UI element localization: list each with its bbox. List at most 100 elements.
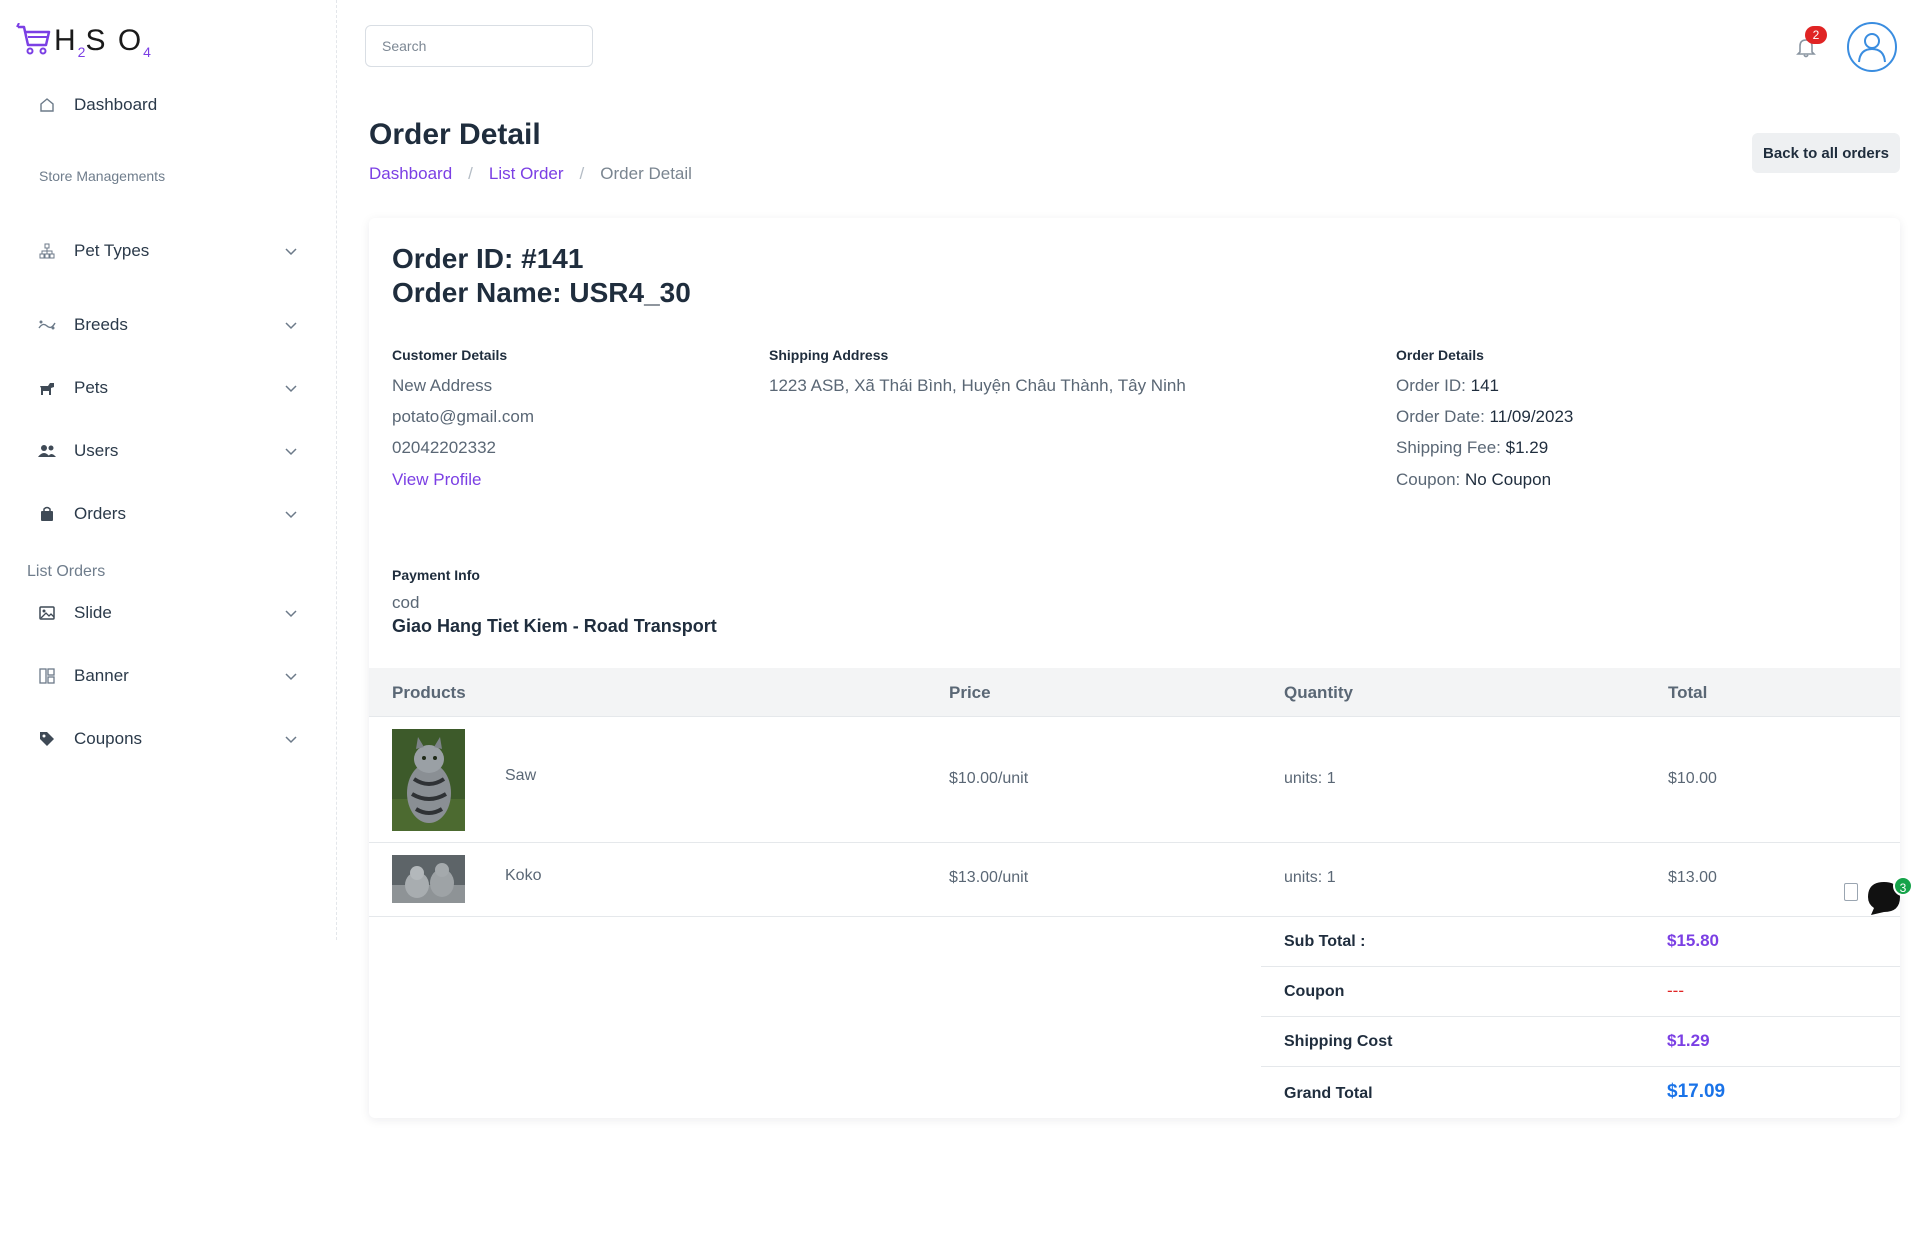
section-store-managements: Store Managements (39, 168, 166, 184)
summary-coupon: Coupon --- (1261, 967, 1900, 1017)
coupon-summary-label: Coupon (1284, 983, 1345, 1000)
shipping-address: 1223 ASB, Xã Thái Bình, Huyện Châu Thành… (769, 376, 1186, 395)
sidebar: H2S O4 Dashboard Store Managements Pet T… (0, 0, 337, 940)
subtotal-value: $15.80 (1667, 931, 1719, 950)
order-date-label: Order Date: (1396, 407, 1485, 426)
logo-sub-4: 4 (143, 44, 151, 60)
grand-total-label: Grand Total (1284, 1085, 1373, 1102)
sidebar-item-orders[interactable]: Orders (38, 496, 298, 532)
coupon-summary-value: --- (1667, 981, 1684, 1000)
sidebar-item-coupons[interactable]: Coupons (38, 721, 298, 757)
chat-badge: 3 (1893, 876, 1913, 896)
avatar[interactable] (1847, 22, 1897, 72)
sidebar-item-pet-types[interactable]: Pet Types (38, 233, 298, 269)
column-header-price: Price (949, 683, 991, 702)
translate-icon[interactable] (1844, 883, 1858, 901)
sidebar-item-label: Pet Types (74, 241, 150, 260)
logo-letter-h: H (54, 24, 78, 57)
payment-method: cod (392, 593, 420, 612)
shipping-method: Giao Hang Tiet Kiem - Road Transport (392, 616, 717, 636)
home-icon (38, 96, 56, 114)
chevron-down-icon (285, 736, 297, 744)
product-total: $13.00 (1668, 869, 1717, 886)
product-name-koko[interactable]: Koko (505, 867, 541, 885)
breadcrumb-separator: / (579, 164, 585, 183)
sidebar-item-label: Orders (74, 504, 126, 523)
breadcrumb-dashboard[interactable]: Dashboard (369, 164, 452, 184)
customer-email: potato@gmail.com (392, 407, 534, 426)
layout-icon (38, 667, 56, 685)
users-icon (38, 442, 56, 460)
chevron-down-icon (285, 511, 297, 519)
chevron-down-icon (285, 248, 297, 256)
product-total: $10.00 (1668, 770, 1717, 787)
product-price: $10.00/unit (949, 770, 1029, 787)
page-title: Order Detail (369, 118, 541, 151)
cart-logo-icon (16, 23, 51, 55)
notification-badge: 2 (1805, 26, 1827, 44)
sidebar-item-label: Banner (74, 666, 129, 685)
column-header-quantity: Quantity (1284, 683, 1353, 702)
table-row: Saw $10.00/unit units: 1 $10.00 (369, 717, 1900, 843)
shipping-fee-line: Shipping Fee: $1.29 (1396, 438, 1548, 458)
sidebar-item-users[interactable]: Users (38, 433, 298, 469)
payment-info-title: Payment Info (392, 567, 480, 583)
summary-subtotal: Sub Total : $15.80 (1261, 917, 1900, 967)
order-details-title: Order Details (1396, 347, 1484, 363)
sidebar-item-label: Breeds (74, 315, 128, 334)
product-name-saw[interactable]: Saw (505, 767, 536, 785)
products-table-header: Products Price Quantity Total (369, 668, 1900, 717)
breadcrumb: Dashboard / List Order / Order Detail (369, 164, 692, 184)
sidebar-item-slide[interactable]: Slide (38, 595, 298, 631)
order-date-line: Order Date: 11/09/2023 (1396, 407, 1573, 427)
coupon-value: No Coupon (1465, 470, 1552, 489)
customer-address: New Address (392, 376, 493, 395)
sidebar-item-label: Dashboard (74, 95, 158, 114)
breadcrumb-list-order[interactable]: List Order (489, 164, 564, 184)
order-card: Order ID: #141 Order Name: USR4_30 Custo… (369, 218, 1900, 1118)
coupon-line: Coupon: No Coupon (1396, 470, 1551, 490)
order-id-heading: Order ID: #141 (392, 243, 584, 274)
product-quantity: units: 1 (1284, 869, 1336, 886)
shipping-fee-value: $1.29 (1505, 438, 1549, 457)
chevron-down-icon (285, 448, 297, 456)
sidebar-item-pets[interactable]: Pets (38, 370, 298, 406)
summary-shipping: Shipping Cost $1.29 (1261, 1017, 1900, 1067)
sidebar-item-banner[interactable]: Banner (38, 658, 298, 694)
shipping-address-title: Shipping Address (769, 347, 889, 363)
order-id-label: Order ID: (1396, 376, 1466, 395)
product-image-koko[interactable] (392, 855, 465, 903)
sidebar-item-label: Coupons (74, 729, 143, 748)
sidebar-item-breeds[interactable]: Breeds (38, 307, 298, 343)
view-profile-link[interactable]: View Profile (392, 470, 481, 489)
grand-total-value: $17.09 (1667, 1081, 1726, 1102)
chevron-down-icon (285, 385, 297, 393)
chevron-down-icon (285, 673, 297, 681)
sidebar-item-label: Slide (74, 603, 112, 622)
logo[interactable]: H2S O4 (16, 20, 151, 60)
order-date-value: 11/09/2023 (1489, 407, 1574, 426)
product-price: $13.00/unit (949, 869, 1029, 886)
shipping-cost-label: Shipping Cost (1284, 1033, 1393, 1050)
section-list-orders: List Orders (27, 563, 106, 580)
customer-phone: 02042202332 (392, 438, 497, 457)
column-header-total: Total (1668, 683, 1708, 702)
user-icon (1858, 33, 1886, 63)
back-to-all-orders-button[interactable]: Back to all orders (1752, 133, 1900, 173)
shipping-cost-value: $1.29 (1667, 1031, 1710, 1050)
paw-icon (38, 316, 56, 334)
tag-icon (38, 730, 56, 748)
search-input[interactable] (365, 25, 593, 67)
logo-letter-o: O (117, 24, 144, 57)
breadcrumb-separator: / (468, 164, 473, 183)
coupon-label: Coupon: (1396, 470, 1461, 489)
order-id-value: 141 (1470, 376, 1500, 395)
logo-letter-s: S (85, 24, 108, 57)
image-icon (38, 604, 56, 622)
order-name-heading: Order Name: USR4_30 (392, 277, 691, 308)
breadcrumb-current: Order Detail (600, 164, 692, 183)
logo-text: H2S O4 (54, 24, 151, 60)
product-image-saw[interactable] (392, 729, 465, 831)
sidebar-item-dashboard[interactable]: Dashboard (38, 87, 298, 123)
subtotal-label: Sub Total : (1284, 933, 1366, 950)
